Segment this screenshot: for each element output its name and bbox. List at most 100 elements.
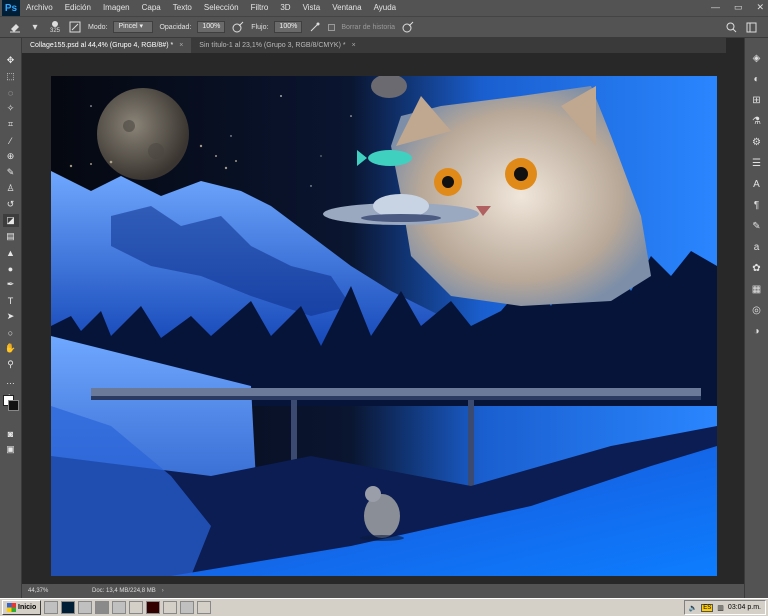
opacity-input[interactable]: 100% [197,21,226,33]
paragraph-panel-icon[interactable]: ¶ [750,199,764,211]
close-button[interactable]: ✕ [756,2,764,13]
zoom-tool-icon[interactable]: ⚲ [3,358,19,371]
taskbar-app-icon-5[interactable] [129,601,144,614]
more-tools-icon[interactable]: … [3,374,19,387]
eraser-tool-preset-icon[interactable] [8,20,22,34]
adjustments-panel-icon[interactable]: ◐ [750,73,764,85]
volume-icon[interactable]: 🔈 [689,604,698,612]
brush-settings-panel-icon[interactable]: ✎ [750,220,764,232]
grid-panel-icon[interactable]: ▦ [750,283,764,295]
tab-sin-titulo-1[interactable]: Sin título-1 al 23,1% (Grupo 3, RGB/8/CM… [191,38,363,53]
flow-input[interactable]: 100% [274,21,303,33]
properties-panel-icon[interactable]: ⚙ [750,136,764,148]
channels-panel-icon[interactable]: ⊞ [750,94,764,106]
tab-collage155[interactable]: Collage155.psd al 44,4% (Grupo 4, RGB/8#… [22,38,192,53]
hand-tool-icon[interactable]: ✋ [3,342,19,355]
menu-seleccion[interactable]: Selección [198,0,245,16]
status-bar: 44,37% Doc: 13,4 MB/224,8 MB › [22,584,744,598]
menu-ayuda[interactable]: Ayuda [368,0,403,16]
styles-panel-icon[interactable]: ◎ [750,304,764,316]
taskbar-illustrator-icon[interactable] [146,601,161,614]
mode-select[interactable]: Pincel ▾ [113,21,154,33]
crop-tool-icon[interactable]: ⌗ [3,118,19,131]
search-icon[interactable] [724,20,738,34]
screen-mode-icon[interactable]: ▣ [3,443,19,456]
menu-filtro[interactable]: Filtro [245,0,275,16]
brush-tool-icon[interactable]: ✎ [3,166,19,179]
restore-button[interactable]: ▭ [734,2,743,13]
taskbar-app-icon-3[interactable] [95,601,110,614]
tools-panel: ✥ ⬚ ◌ ✧ ⌗ ⁄ ⊕ ✎ ♙ ↺ ◪ ▤ ▲ ● ✒ T ➤ ○ ✋ ⚲ … [0,38,22,598]
paths-panel-icon[interactable]: ⚗ [750,115,764,127]
menu-bar: Ps Archivo Edición Imagen Capa Texto Sel… [0,0,768,16]
pen-tool-icon[interactable]: ✒ [3,278,19,291]
magic-wand-tool-icon[interactable]: ✧ [3,102,19,115]
taskbar-app-icon-7[interactable] [180,601,195,614]
menu-imagen[interactable]: Imagen [97,0,136,16]
eraser-tool-icon[interactable]: ◪ [2,214,19,227]
workspace-icon[interactable] [744,20,758,34]
start-button[interactable]: Inicio [2,600,42,615]
glyphs-panel-icon[interactable]: a [750,241,764,253]
brush-panel-icon[interactable] [68,20,82,34]
canvas-area[interactable] [22,53,744,584]
menu-3d[interactable]: 3D [274,0,296,16]
layers-panel-icon[interactable]: ◈ [750,52,764,64]
airbrush-icon[interactable] [308,20,322,34]
size-pressure-icon[interactable] [401,20,415,34]
opacity-pressure-icon[interactable] [231,20,245,34]
ellipse-tool-icon[interactable]: ○ [3,326,19,339]
menu-archivo[interactable]: Archivo [20,0,59,16]
history-brush-tool-icon[interactable]: ↺ [3,198,19,211]
character-panel-icon[interactable]: A [750,178,764,190]
flow-label: Flujo: [251,23,269,31]
system-tray: 🔈 ES ▥ 03:04 p.m. [683,600,766,615]
history-panel-icon[interactable]: ☰ [750,157,764,169]
document-size: Doc: 13,4 MB/224,8 MB [92,588,156,594]
menu-vista[interactable]: Vista [297,0,327,16]
taskbar-app-icon-2[interactable] [78,601,93,614]
type-tool-icon[interactable]: T [3,294,19,307]
clone-stamp-tool-icon[interactable]: ♙ [3,182,19,195]
menu-ventana[interactable]: Ventana [326,0,367,16]
taskbar-app-icon-6[interactable] [163,601,178,614]
minimize-button[interactable]: — [711,2,720,13]
dropdown-arrow-icon[interactable]: ▾ [28,20,42,34]
gradient-tool-icon[interactable]: ▤ [3,230,19,243]
brush-size-value: 325 [49,28,60,34]
quick-mask-icon[interactable]: ◙ [3,427,19,440]
document-image[interactable] [51,76,717,576]
taskbar-app-icon-4[interactable] [112,601,127,614]
erase-history-checkbox[interactable] [328,23,336,31]
marquee-tool-icon[interactable]: ⬚ [3,70,19,83]
language-indicator[interactable]: ES [701,603,714,612]
swatches-panel-icon[interactable]: ✿ [750,262,764,274]
windows-flag-icon [7,603,16,612]
menu-edicion[interactable]: Edición [59,0,97,16]
mode-label: Modo: [88,23,108,31]
clock[interactable]: 03:04 p.m. [728,604,761,611]
healing-brush-tool-icon[interactable]: ⊕ [3,150,19,163]
taskbar-photoshop-icon[interactable] [61,601,76,614]
path-selection-tool-icon[interactable]: ➤ [3,310,19,323]
menu-capa[interactable]: Capa [136,0,167,16]
menu-texto[interactable]: Texto [167,0,198,16]
taskbar-app-icon-8[interactable] [197,601,212,614]
dodge-tool-icon[interactable]: ● [3,262,19,275]
brush-preset-icon[interactable]: 325 [48,20,62,34]
window-controls: — ▭ ✕ [711,2,764,13]
lasso-tool-icon[interactable]: ◌ [3,86,19,99]
start-label: Inicio [18,604,37,611]
network-icon[interactable]: ▥ [717,604,724,612]
move-tool-icon[interactable]: ✥ [3,54,19,67]
taskbar-app-icon-1[interactable] [44,601,59,614]
eyedropper-tool-icon[interactable]: ⁄ [3,134,19,147]
document-tabs: Collage155.psd al 44,4% (Grupo 4, RGB/8#… [22,38,726,53]
close-tab-icon[interactable]: × [352,42,356,49]
background-color-swatch[interactable] [8,400,19,411]
close-tab-icon[interactable]: × [179,42,183,49]
color-panel-icon[interactable]: ◑ [750,325,764,337]
zoom-level[interactable]: 44,37% [22,588,62,594]
blur-tool-icon[interactable]: ▲ [3,246,19,259]
status-menu-arrow-icon[interactable]: › [162,588,164,594]
